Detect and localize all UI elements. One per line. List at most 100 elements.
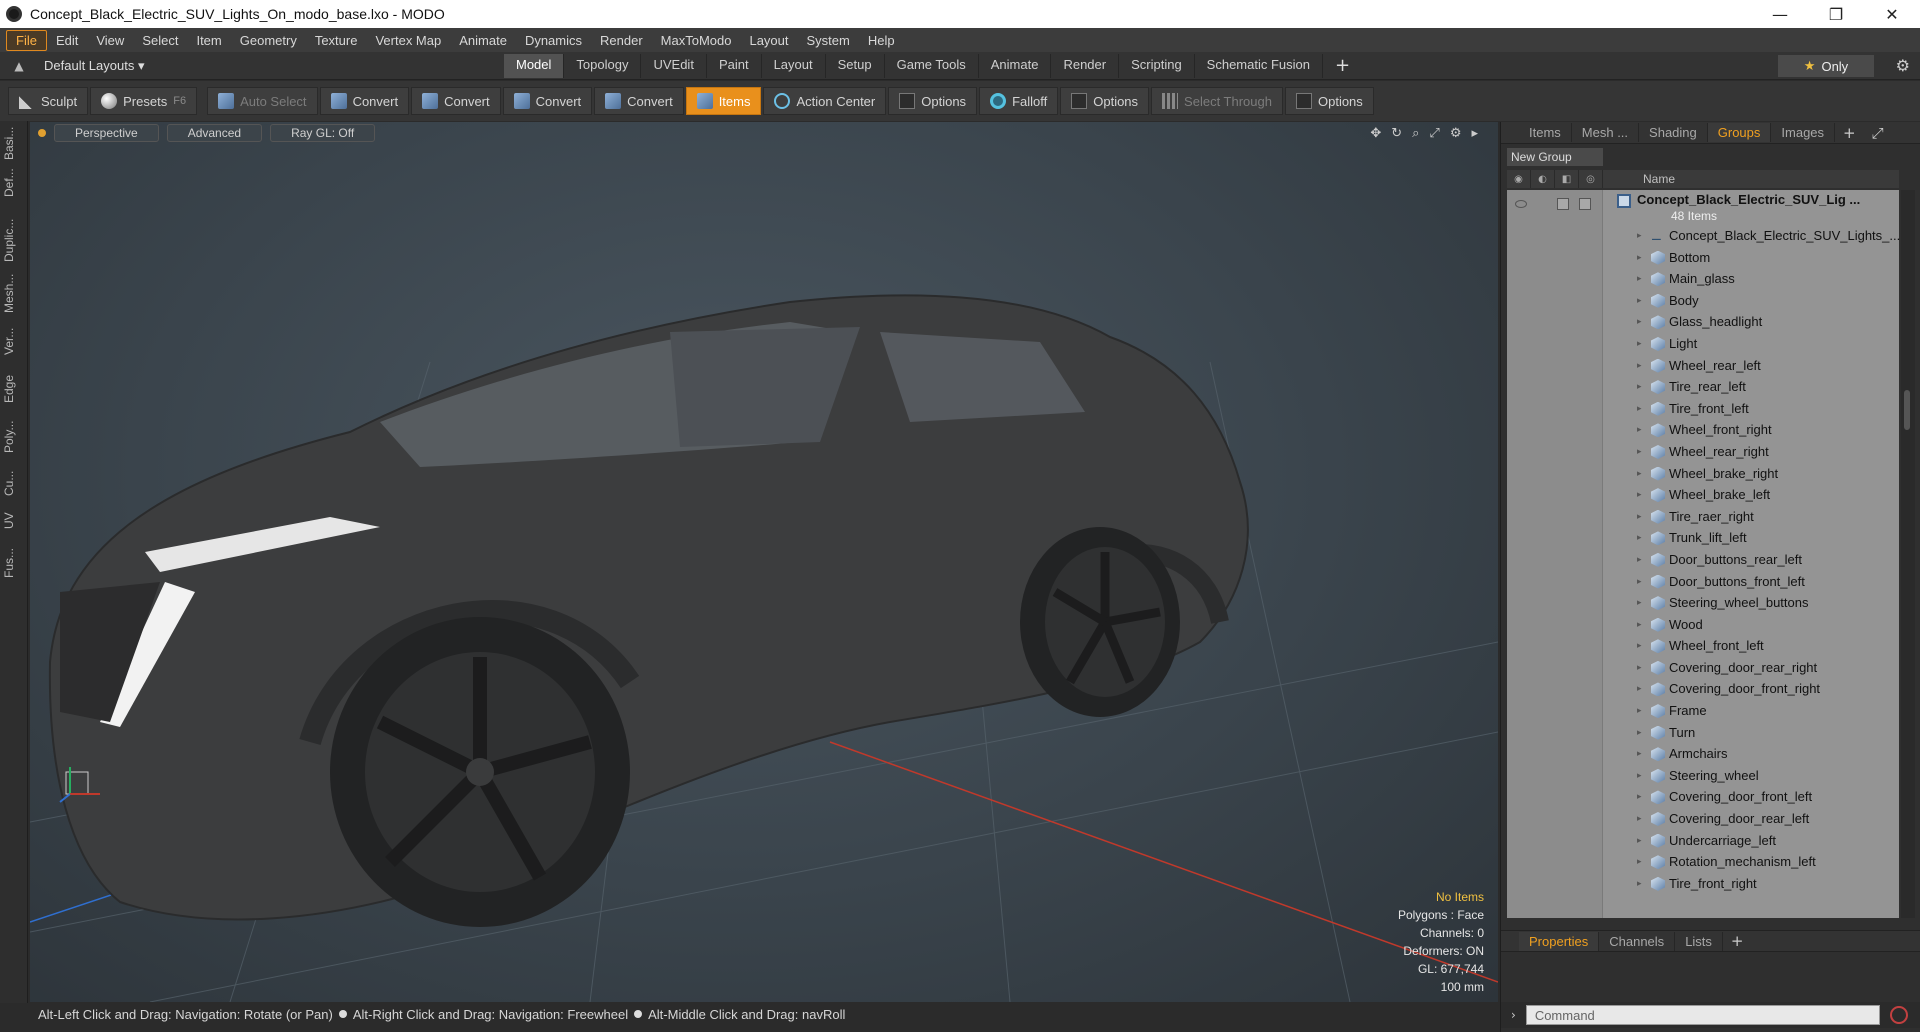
group-item-row[interactable]: ▸ Door_buttons_front_left [1507, 572, 1899, 594]
command-history-arrow-icon[interactable]: › [1511, 1008, 1516, 1022]
fit-icon[interactable]: ⤢ [1429, 126, 1439, 141]
tab-schematic-fusion[interactable]: Schematic Fusion [1195, 53, 1323, 78]
zoom-icon[interactable]: ⌕ [1412, 126, 1419, 141]
vtab-edge[interactable]: Edge [2, 371, 24, 407]
minimize-button[interactable]: — [1752, 0, 1808, 28]
new-group-button[interactable]: New Group [1507, 148, 1603, 166]
add-tab-button[interactable]: + [1323, 54, 1362, 78]
menu-help[interactable]: Help [859, 31, 904, 50]
presets-button[interactable]: Presets F6 [90, 87, 198, 115]
group-item-row[interactable]: ▸ Steering_wheel_buttons [1507, 593, 1899, 615]
expand-arrow-icon[interactable]: ▸ [1637, 771, 1642, 781]
tab-animate[interactable]: Animate [979, 53, 1052, 78]
3d-viewport[interactable]: Perspective Advanced Ray GL: Off ✥ ↻ ⌕ ⤢… [30, 122, 1498, 1002]
tab-render[interactable]: Render [1051, 53, 1120, 78]
group-item-row[interactable]: ▸ Frame [1507, 701, 1899, 723]
expand-arrow-icon[interactable]: ▸ [1637, 512, 1642, 522]
menu-texture[interactable]: Texture [306, 31, 367, 50]
expand-arrow-icon[interactable]: ▸ [1637, 555, 1642, 565]
view-mode-dropdown[interactable]: Perspective [54, 124, 159, 142]
expand-arrow-icon[interactable]: ▸ [1471, 126, 1478, 141]
home-icon[interactable]: ▲ [8, 55, 30, 77]
falloff-button[interactable]: Falloff [979, 87, 1059, 115]
tab-setup[interactable]: Setup [826, 53, 885, 78]
menu-file[interactable]: File [6, 29, 47, 51]
action-center-button[interactable]: Action Center [763, 87, 887, 115]
menu-animate[interactable]: Animate [450, 31, 516, 50]
vtab-mesh[interactable]: Mesh... [2, 273, 24, 313]
expand-arrow-icon[interactable]: ▸ [1637, 620, 1642, 630]
lock-column-icon[interactable]: ◧ [1555, 170, 1579, 188]
menu-maxtomodo[interactable]: MaxToModo [652, 31, 741, 50]
tab-game-tools[interactable]: Game Tools [885, 53, 979, 78]
expand-arrow-icon[interactable]: ▸ [1637, 706, 1642, 716]
visibility-column-icon[interactable]: ◉ [1507, 170, 1531, 188]
menu-geometry[interactable]: Geometry [231, 31, 306, 50]
pan-icon[interactable]: ✥ [1370, 126, 1381, 141]
rotate-icon[interactable]: ↻ [1391, 126, 1402, 141]
expand-arrow-icon[interactable]: ▸ [1637, 663, 1642, 673]
group-item-row[interactable]: ▸ Wheel_brake_left [1507, 485, 1899, 507]
tab-groups[interactable]: Groups [1707, 123, 1772, 142]
convert-edges-button[interactable]: Convert [411, 87, 501, 115]
group-item-row[interactable]: ▸ Undercarriage_left [1507, 831, 1899, 853]
name-column-header[interactable]: Name [1643, 172, 1675, 186]
tab-properties[interactable]: Properties [1519, 931, 1600, 951]
group-item-row[interactable]: ▸ Covering_door_rear_left [1507, 809, 1899, 831]
select-column-icon[interactable]: ◎ [1579, 170, 1603, 188]
menu-view[interactable]: View [87, 31, 133, 50]
tab-shading[interactable]: Shading [1639, 123, 1708, 142]
expand-arrow-icon[interactable]: ▸ [1637, 490, 1642, 500]
viewport-settings-icon[interactable]: ⚙ [1450, 126, 1462, 141]
group-item-row[interactable]: ▸ Covering_door_front_right [1507, 679, 1899, 701]
group-root-row[interactable]: Concept_Black_Electric_SUV_Lig ... 48 It… [1507, 190, 1899, 226]
scrollbar-thumb[interactable] [1904, 390, 1910, 430]
vtab-uv[interactable]: UV [2, 507, 24, 535]
group-item-row[interactable]: ▸ Covering_door_rear_right [1507, 658, 1899, 680]
expand-arrow-icon[interactable]: ▸ [1637, 728, 1642, 738]
tab-mesh[interactable]: Mesh ... [1572, 123, 1640, 142]
group-item-row[interactable]: ▸ Tire_front_left [1507, 399, 1899, 421]
tab-items[interactable]: Items [1519, 123, 1572, 142]
group-item-row[interactable]: ▸ Main_glass [1507, 269, 1899, 291]
group-item-row[interactable]: ▸ Wheel_brake_right [1507, 464, 1899, 486]
group-item-row[interactable]: ▸ Wood [1507, 615, 1899, 637]
expand-arrow-icon[interactable]: ▸ [1637, 339, 1642, 349]
group-item-row[interactable]: ▸ Tire_raer_right [1507, 507, 1899, 529]
group-item-row[interactable]: ▸ Turn [1507, 723, 1899, 745]
select-through-button[interactable]: Select Through [1151, 87, 1283, 115]
group-item-row[interactable]: ▸ ⚊ Concept_Black_Electric_SUV_Lights_... [1507, 226, 1899, 248]
items-mode-button[interactable]: Items [685, 87, 762, 115]
ray-gl-toggle[interactable]: Ray GL: Off [270, 124, 376, 142]
vtab-curve[interactable]: Cu... [2, 467, 24, 499]
convert-polygons-button[interactable]: Convert [502, 87, 593, 115]
vtab-duplicate[interactable]: Duplic... [2, 217, 24, 263]
expand-arrow-icon[interactable]: ▸ [1637, 641, 1642, 651]
expand-arrow-icon[interactable]: ▸ [1637, 317, 1642, 327]
group-item-row[interactable]: ▸ Bottom [1507, 248, 1899, 270]
expand-arrow-icon[interactable]: ▸ [1637, 296, 1642, 306]
tab-paint[interactable]: Paint [707, 53, 762, 78]
menu-render[interactable]: Render [591, 31, 652, 50]
tab-model[interactable]: Model [504, 53, 565, 78]
expand-arrow-icon[interactable]: ▸ [1637, 879, 1642, 889]
tab-images[interactable]: Images [1771, 123, 1836, 142]
tab-uvedit[interactable]: UVEdit [641, 53, 707, 78]
group-item-row[interactable]: ▸ Tire_rear_left [1507, 377, 1899, 399]
expand-arrow-icon[interactable]: ▸ [1637, 533, 1642, 543]
auto-select-button[interactable]: Auto Select [207, 87, 318, 115]
command-input[interactable] [1525, 1005, 1880, 1025]
tab-layout[interactable]: Layout [762, 53, 826, 78]
only-button[interactable]: ★ Only [1778, 55, 1874, 77]
visibility-eye-icon[interactable] [1515, 200, 1527, 208]
expand-arrow-icon[interactable]: ▸ [1637, 749, 1642, 759]
group-item-row[interactable]: ▸ Body [1507, 291, 1899, 313]
expand-arrow-icon[interactable]: ▸ [1637, 857, 1642, 867]
expand-arrow-icon[interactable]: ▸ [1637, 577, 1642, 587]
close-button[interactable]: ✕ [1864, 0, 1920, 28]
group-item-row[interactable]: ▸ Rotation_mechanism_left [1507, 852, 1899, 874]
gear-icon[interactable]: ⚙ [1896, 56, 1910, 75]
vtab-basic[interactable]: Basi... [2, 125, 24, 161]
group-item-row[interactable]: ▸ Door_buttons_rear_left [1507, 550, 1899, 572]
falloff-options-button[interactable]: Options [1060, 87, 1150, 115]
